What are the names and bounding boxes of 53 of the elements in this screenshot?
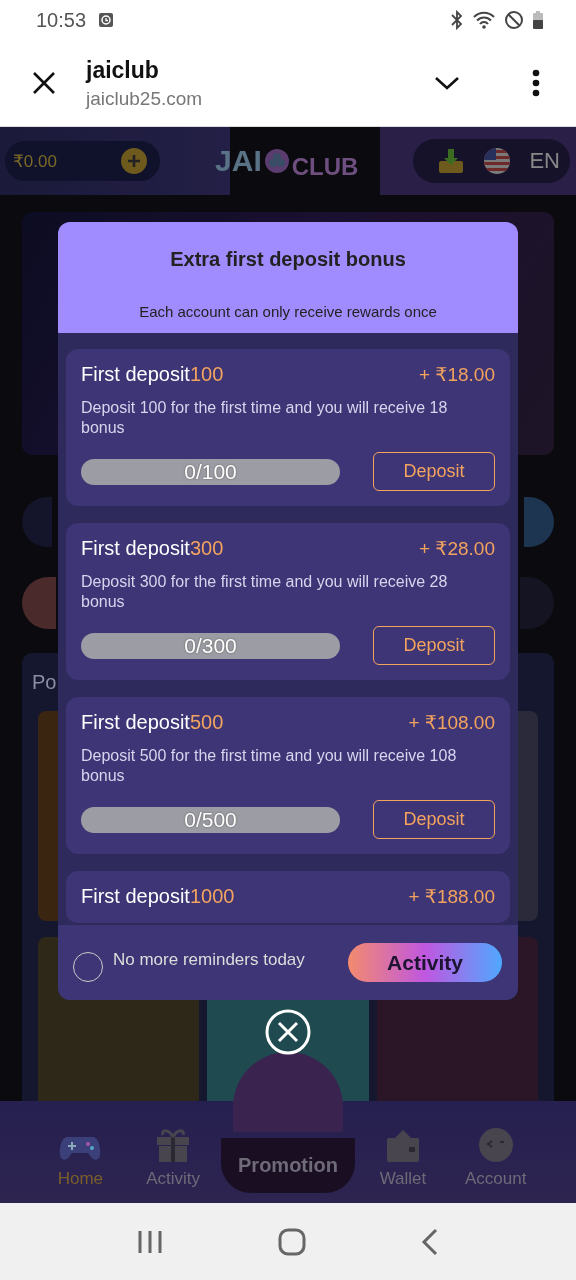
bluetooth-icon	[450, 10, 464, 30]
nav-tab[interactable]: Account	[451, 1125, 541, 1189]
close-icon[interactable]	[32, 71, 56, 95]
category-bar	[22, 577, 56, 629]
plus-icon[interactable]	[120, 147, 148, 175]
account-icon	[477, 1127, 514, 1163]
activity-button[interactable]: Activity	[348, 943, 502, 982]
offer-title: First deposit1000	[81, 885, 235, 908]
logo: JAI CLUB	[215, 143, 359, 181]
section-title: Po	[32, 670, 57, 694]
nav-tab[interactable]: Activity	[128, 1125, 218, 1189]
reminder-label: No more reminders today	[113, 949, 306, 970]
progress-bar: 0/300	[81, 632, 340, 659]
us-flag-icon[interactable]	[483, 147, 512, 175]
chevron-down-icon[interactable]	[434, 75, 460, 91]
download-icon[interactable]	[437, 147, 466, 175]
club-emblem-icon	[263, 148, 290, 174]
battery-icon	[532, 10, 544, 30]
wifi-icon	[472, 10, 496, 30]
deposit-button[interactable]: Deposit	[373, 452, 495, 491]
offer-title: First deposit500	[81, 711, 224, 734]
status-time: 10:53	[36, 8, 87, 32]
reward-amount: + ₹108.00	[408, 711, 495, 734]
offer-description: Deposit 500 for the first time and you will receive 108 bonus	[81, 746, 458, 786]
more-menu-icon[interactable]	[532, 69, 540, 97]
offer-title: First deposit100	[81, 363, 224, 386]
balance-pill[interactable]: ₹0.00	[5, 141, 160, 181]
home-icon[interactable]	[277, 1226, 307, 1257]
reward-amount: + ₹28.00	[419, 537, 495, 560]
deposit-button[interactable]: Deposit	[373, 626, 495, 665]
progress-bar: 0/500	[81, 806, 340, 833]
language-label[interactable]: EN	[529, 148, 560, 174]
wallet-icon	[384, 1129, 421, 1163]
offer-title: First deposit300	[81, 537, 224, 560]
page-title: jaiclub	[86, 56, 160, 84]
dialog-subtitle: Each account can only receive rewards once	[139, 303, 437, 320]
nav-tab[interactable]: Wallet	[358, 1125, 448, 1189]
nav-tab[interactable]: Home	[36, 1125, 125, 1189]
reward-amount: + ₹188.00	[408, 885, 495, 908]
reward-amount: + ₹18.00	[419, 363, 495, 386]
clock-icon	[98, 12, 115, 28]
dialog-title: Extra first deposit bonus	[170, 248, 406, 271]
gift-icon	[155, 1129, 192, 1163]
notice-bar	[22, 497, 52, 547]
offer-description: Deposit 100 for the first time and you will receive 18 bonus	[81, 398, 449, 438]
balance-amount: ₹0.00	[13, 150, 57, 172]
progress-bar: 0/100	[81, 458, 340, 485]
back-icon[interactable]	[419, 1226, 440, 1257]
page-url: jaiclub25.com	[86, 87, 204, 110]
notice-bar	[524, 497, 554, 547]
deposit-button[interactable]: Deposit	[373, 800, 495, 839]
offer-description: Deposit 300 for the first time and you will receive 28 bonus	[81, 572, 449, 612]
do-not-disturb-icon	[504, 10, 524, 30]
